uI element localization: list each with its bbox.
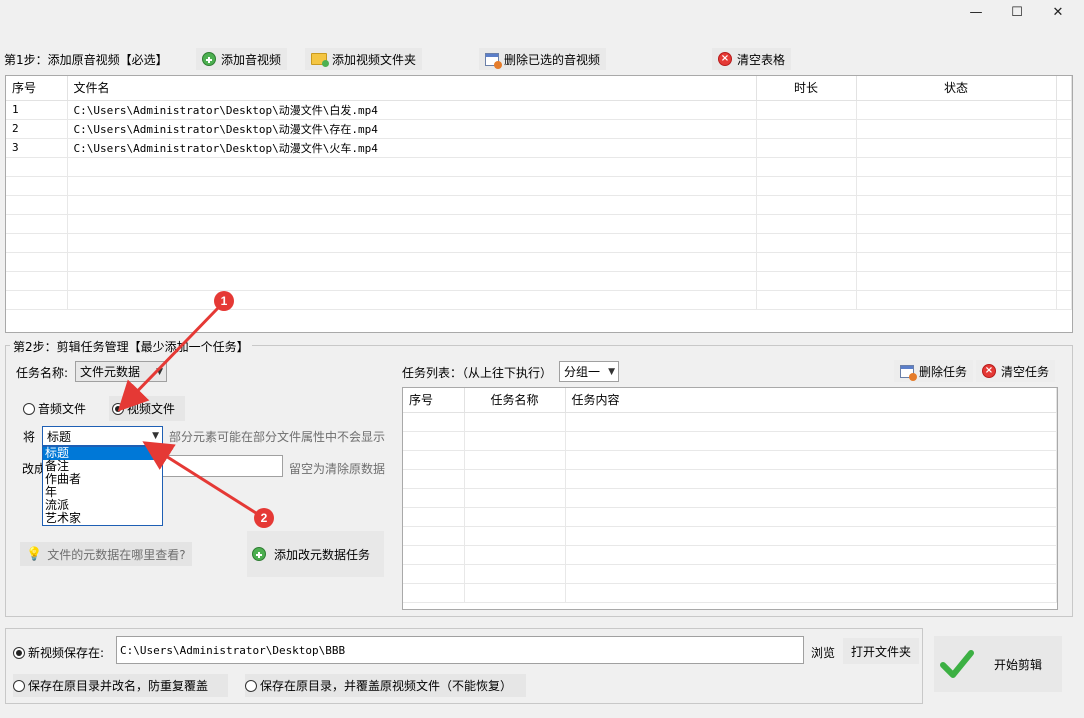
radio-save-overwrite-dot[interactable] <box>245 679 257 692</box>
annotation-arrows <box>117 306 257 515</box>
open-folder-button[interactable]: 打开文件夹 <box>843 638 919 664</box>
start-button[interactable]: 开始剪辑 <box>934 636 1062 692</box>
save-overwrite-label: 保存在原目录，并覆盖原视频文件（不能恢复） <box>260 679 513 693</box>
radio-new-save[interactable]: 新视频保存在: <box>13 644 104 661</box>
new-save-label: 新视频保存在: <box>28 646 105 660</box>
open-folder-label: 打开文件夹 <box>850 644 911 659</box>
annotation-arrow-2 <box>142 441 257 515</box>
checkmark-icon <box>940 650 974 678</box>
radio-save-overwrite[interactable]: 保存在原目录，并覆盖原视频文件（不能恢复） <box>245 674 527 697</box>
radio-save-rename-dot[interactable] <box>13 679 25 692</box>
radio-save-rename[interactable]: 保存在原目录并改名，防重复覆盖 <box>13 674 229 697</box>
save-rename-label: 保存在原目录并改名，防重复覆盖 <box>28 679 209 693</box>
annotation-badge-2: 2 <box>254 508 274 528</box>
save-path-input[interactable]: C:\Users\Administrator\Desktop\BBB <box>116 636 804 664</box>
browse-button[interactable]: 浏览 <box>811 644 835 661</box>
radio-new-save-dot[interactable] <box>13 646 25 659</box>
annotation-arrow-1 <box>117 306 220 412</box>
annotation-badge-1: 1 <box>214 291 234 311</box>
start-label: 开始剪辑 <box>994 657 1043 672</box>
